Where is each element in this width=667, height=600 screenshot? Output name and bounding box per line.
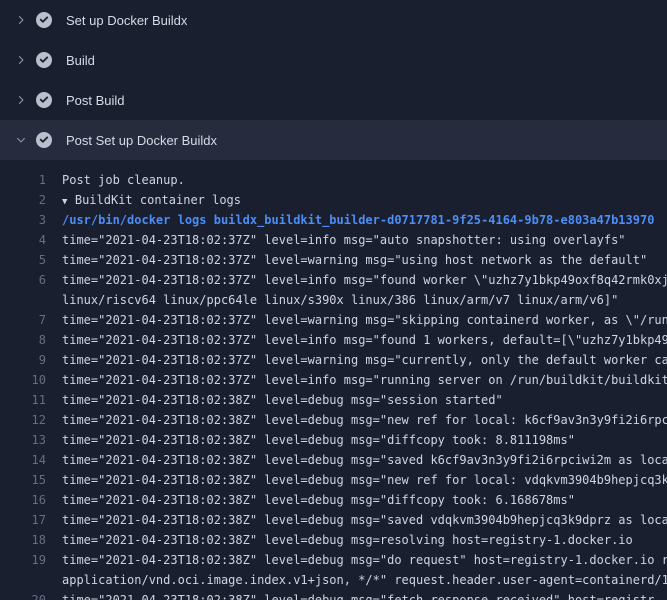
log-row: 2 ▼ BuildKit container logs [0, 190, 667, 210]
log-text: time="2021-04-23T18:02:37Z" level=info m… [62, 370, 667, 390]
log-row: 5 time="2021-04-23T18:02:37Z" level=warni… [0, 250, 667, 270]
log-row: 11 time="2021-04-23T18:02:38Z" level=debu… [0, 390, 667, 410]
log-text: time="2021-04-23T18:02:38Z" level=debug … [62, 490, 575, 510]
step-header-build[interactable]: Build [0, 40, 667, 80]
workflow-log-console: Set up Docker Buildx Build Post Build Po… [0, 0, 667, 600]
log-row: 10 time="2021-04-23T18:02:37Z" level=info… [0, 370, 667, 390]
log-text: time="2021-04-23T18:02:38Z" level=debug … [62, 510, 667, 530]
line-number[interactable]: 7 [0, 310, 46, 330]
line-number[interactable]: 19 [0, 550, 46, 570]
line-number[interactable]: 12 [0, 410, 46, 430]
log-text: time="2021-04-23T18:02:38Z" level=debug … [62, 450, 667, 470]
log-text: time="2021-04-23T18:02:38Z" level=debug … [62, 430, 575, 450]
log-lines: 1 Post job cleanup. 2 ▼ BuildKit container … [0, 160, 667, 600]
line-number[interactable]: 9 [0, 350, 46, 370]
log-row: 7 time="2021-04-23T18:02:37Z" level=warni… [0, 310, 667, 330]
log-text: ▼ BuildKit container logs [62, 190, 241, 210]
log-text: time="2021-04-23T18:02:38Z" level=debug … [62, 530, 633, 550]
line-number[interactable]: 13 [0, 430, 46, 450]
line-number[interactable]: 16 [0, 490, 46, 510]
log-row: 12 time="2021-04-23T18:02:38Z" level=debu… [0, 410, 667, 430]
log-text: time="2021-04-23T18:02:38Z" level=debug … [62, 410, 667, 430]
log-row: application/vnd.oci.image.index.v1+json,… [0, 570, 667, 590]
log-text: linux/riscv64 linux/ppc64le linux/s390x … [62, 290, 618, 310]
log-text: time="2021-04-23T18:02:37Z" level=info m… [62, 270, 667, 290]
chevron-right-icon [12, 92, 30, 108]
step-header-post-build[interactable]: Post Build [0, 80, 667, 120]
step-label: Post Set up Docker Buildx [66, 133, 217, 148]
log-row: 8 time="2021-04-23T18:02:37Z" level=info … [0, 330, 667, 350]
step-header-post-set-up-docker-buildx[interactable]: Post Set up Docker Buildx [0, 120, 667, 160]
step-label: Post Build [66, 93, 125, 108]
line-number[interactable]: 8 [0, 330, 46, 350]
log-text: application/vnd.oci.image.index.v1+json,… [62, 570, 667, 590]
chevron-down-icon [12, 132, 30, 148]
check-circle-icon [36, 52, 52, 68]
line-number[interactable]: 18 [0, 530, 46, 550]
log-row: 6 time="2021-04-23T18:02:37Z" level=info … [0, 270, 667, 290]
log-text: time="2021-04-23T18:02:38Z" level=debug … [62, 390, 503, 410]
log-row: 9 time="2021-04-23T18:02:37Z" level=warni… [0, 350, 667, 370]
log-text: time="2021-04-23T18:02:38Z" level=debug … [62, 550, 667, 570]
step-header-set-up-docker-buildx[interactable]: Set up Docker Buildx [0, 0, 667, 40]
line-number[interactable]: 4 [0, 230, 46, 250]
log-text: time="2021-04-23T18:02:37Z" level=info m… [62, 230, 626, 250]
chevron-right-icon [12, 12, 30, 28]
log-text: time="2021-04-23T18:02:37Z" level=info m… [62, 330, 667, 350]
log-row: 20 time="2021-04-23T18:02:38Z" level=debu… [0, 590, 667, 600]
log-text: time="2021-04-23T18:02:37Z" level=warnin… [62, 310, 667, 330]
line-number[interactable]: 2 [0, 190, 46, 210]
log-row: 14 time="2021-04-23T18:02:38Z" level=debu… [0, 450, 667, 470]
line-number[interactable]: 14 [0, 450, 46, 470]
log-row: 16 time="2021-04-23T18:02:38Z" level=debu… [0, 490, 667, 510]
log-row: 18 time="2021-04-23T18:02:38Z" level=debu… [0, 530, 667, 550]
log-row: 17 time="2021-04-23T18:02:38Z" level=debu… [0, 510, 667, 530]
check-circle-icon [36, 12, 52, 28]
chevron-right-icon [12, 52, 30, 68]
log-text: time="2021-04-23T18:02:38Z" level=debug … [62, 590, 654, 600]
check-circle-icon [36, 132, 52, 148]
step-label: Build [66, 53, 95, 68]
line-number[interactable] [0, 570, 46, 590]
log-row: 3/usr/bin/docker logs buildx_buildkit_bu… [0, 210, 667, 230]
line-number[interactable]: 15 [0, 470, 46, 490]
line-number[interactable] [0, 290, 46, 310]
line-number[interactable]: 5 [0, 250, 46, 270]
line-number[interactable]: 3 [0, 210, 46, 230]
log-text: time="2021-04-23T18:02:38Z" level=debug … [62, 470, 667, 490]
line-number[interactable]: 11 [0, 390, 46, 410]
check-circle-icon [36, 92, 52, 108]
log-row: 15 time="2021-04-23T18:02:38Z" level=debu… [0, 470, 667, 490]
step-label: Set up Docker Buildx [66, 13, 187, 28]
log-row: 13 time="2021-04-23T18:02:38Z" level=debu… [0, 430, 667, 450]
group-toggle-icon[interactable]: ▼ [62, 192, 73, 210]
line-number[interactable]: 17 [0, 510, 46, 530]
log-text: Post job cleanup. [62, 170, 185, 190]
log-text: time="2021-04-23T18:02:37Z" level=warnin… [62, 350, 667, 370]
log-text: time="2021-04-23T18:02:37Z" level=warnin… [62, 250, 647, 270]
log-row: 4 time="2021-04-23T18:02:37Z" level=info … [0, 230, 667, 250]
log-row: 19 time="2021-04-23T18:02:38Z" level=debu… [0, 550, 667, 570]
log-row: linux/riscv64 linux/ppc64le linux/s390x … [0, 290, 667, 310]
log-row: 1 Post job cleanup. [0, 170, 667, 190]
log-command-text: /usr/bin/docker logs buildx_buildkit_bui… [62, 210, 654, 230]
line-number[interactable]: 6 [0, 270, 46, 290]
line-number[interactable]: 10 [0, 370, 46, 390]
line-number[interactable]: 20 [0, 590, 46, 600]
line-number[interactable]: 1 [0, 170, 46, 190]
